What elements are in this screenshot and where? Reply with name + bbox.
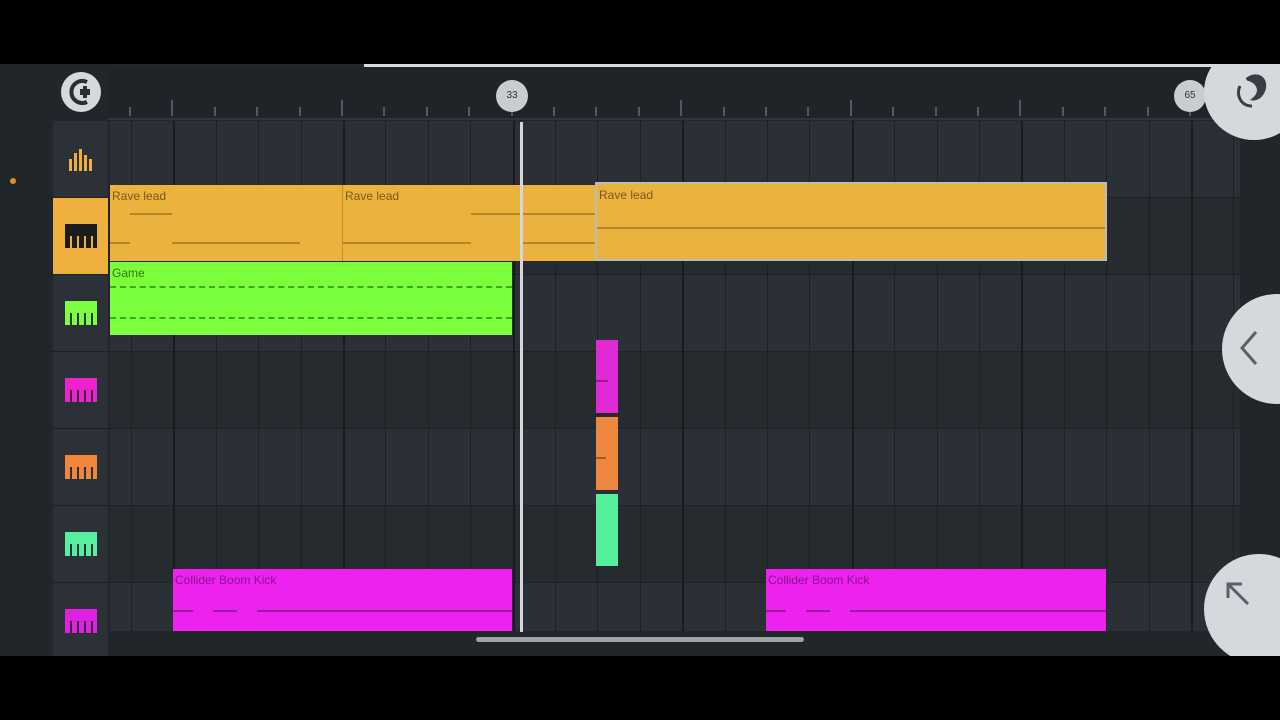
indicator-dot: [10, 178, 16, 184]
ruler-tick: [977, 107, 979, 116]
ruler-tick: [1146, 107, 1149, 116]
pattern-clip-kick[interactable]: Collider Boom Kick: [173, 569, 512, 631]
ruler-tick: [129, 107, 131, 116]
channel-magenta[interactable]: [53, 352, 108, 429]
bar-marker-65[interactable]: 65: [1174, 80, 1206, 112]
timeline-ruler[interactable]: 33 65: [108, 68, 1238, 120]
ruler-tick: [637, 107, 640, 116]
pattern-clip-kick[interactable]: Collider Boom Kick: [766, 569, 1106, 631]
grid-line: [1191, 121, 1193, 631]
pattern-clip-rave-lead[interactable]: [521, 185, 595, 261]
arrow-up-left-icon: [1226, 582, 1250, 606]
channel-game[interactable]: [53, 275, 108, 352]
ruler-tick: [1104, 107, 1107, 116]
piano-keys-icon: [65, 378, 97, 402]
ruler-tick: [807, 107, 810, 116]
piano-keys-icon: [65, 609, 97, 633]
clip-label: Collider Boom Kick: [768, 573, 870, 587]
clip-label: Game: [112, 266, 145, 280]
ruler-tick: [1061, 107, 1064, 116]
pattern-clip-orange[interactable]: [596, 417, 618, 490]
pattern-clip-rave-lead[interactable]: Rave lead: [343, 185, 521, 261]
snap-button[interactable]: [61, 72, 101, 112]
ruler-tick: [171, 100, 174, 116]
pattern-clip-mint[interactable]: [596, 494, 618, 566]
track-row[interactable]: [110, 352, 1240, 429]
pattern-clip-game[interactable]: Game: [110, 262, 512, 335]
channel-mint[interactable]: [53, 506, 108, 583]
ruler-tick: [341, 100, 343, 116]
ruler-tick: [1019, 100, 1022, 116]
clip-label: Rave lead: [112, 189, 167, 203]
ruler-tick: [849, 100, 852, 116]
playlist-tracks[interactable]: Rave lead Rave lead Rave lead Game Colli…: [110, 121, 1240, 631]
playhead[interactable]: [520, 122, 523, 632]
channel-automation[interactable]: [53, 121, 108, 198]
clip-label: Rave lead: [599, 188, 654, 202]
channel-orange[interactable]: [53, 429, 108, 506]
pattern-clip-rave-lead-selected[interactable]: Rave lead: [595, 182, 1107, 261]
piano-keys-icon: [65, 301, 97, 325]
channel-kick[interactable]: [53, 583, 108, 656]
channel-column: [53, 121, 108, 656]
ruler-tick: [765, 107, 767, 116]
track-row[interactable]: [110, 429, 1240, 506]
chevron-left-icon: [1240, 331, 1258, 365]
channel-rave-lead[interactable]: [53, 198, 108, 275]
grid-line: [1148, 121, 1150, 631]
fruit-logo-icon: [1237, 74, 1267, 108]
ruler-tick: [680, 100, 683, 116]
horizontal-scrollbar[interactable]: [476, 637, 804, 642]
top-scrollbar[interactable]: [364, 64, 1240, 67]
ruler-tick: [383, 107, 386, 116]
ruler-tick: [595, 107, 598, 116]
piano-keys-icon: [65, 224, 97, 248]
piano-keys-icon: [65, 532, 97, 556]
ruler-tick: [425, 107, 428, 116]
pattern-clip-rave-lead[interactable]: Rave lead: [110, 185, 343, 261]
ruler-tick: [298, 107, 301, 116]
ruler-tick: [468, 107, 471, 116]
ruler-tick: [722, 107, 725, 116]
magnet-icon: [69, 79, 90, 105]
ruler-tick: [256, 107, 259, 116]
levels-icon: [69, 149, 92, 171]
pattern-clip-magenta[interactable]: [596, 340, 618, 413]
ruler-tick: [934, 107, 937, 116]
clip-label: Rave lead: [345, 189, 400, 203]
piano-keys-icon: [65, 455, 97, 479]
ruler-tick: [213, 107, 216, 116]
clip-label: Collider Boom Kick: [175, 573, 277, 587]
ruler-tick: [892, 107, 895, 116]
bar-marker-33[interactable]: 33: [496, 80, 528, 112]
ruler-tick: [553, 107, 555, 116]
playlist-window: 33 65 Rave lead Rave lead Rave lead Game…: [0, 64, 1280, 656]
